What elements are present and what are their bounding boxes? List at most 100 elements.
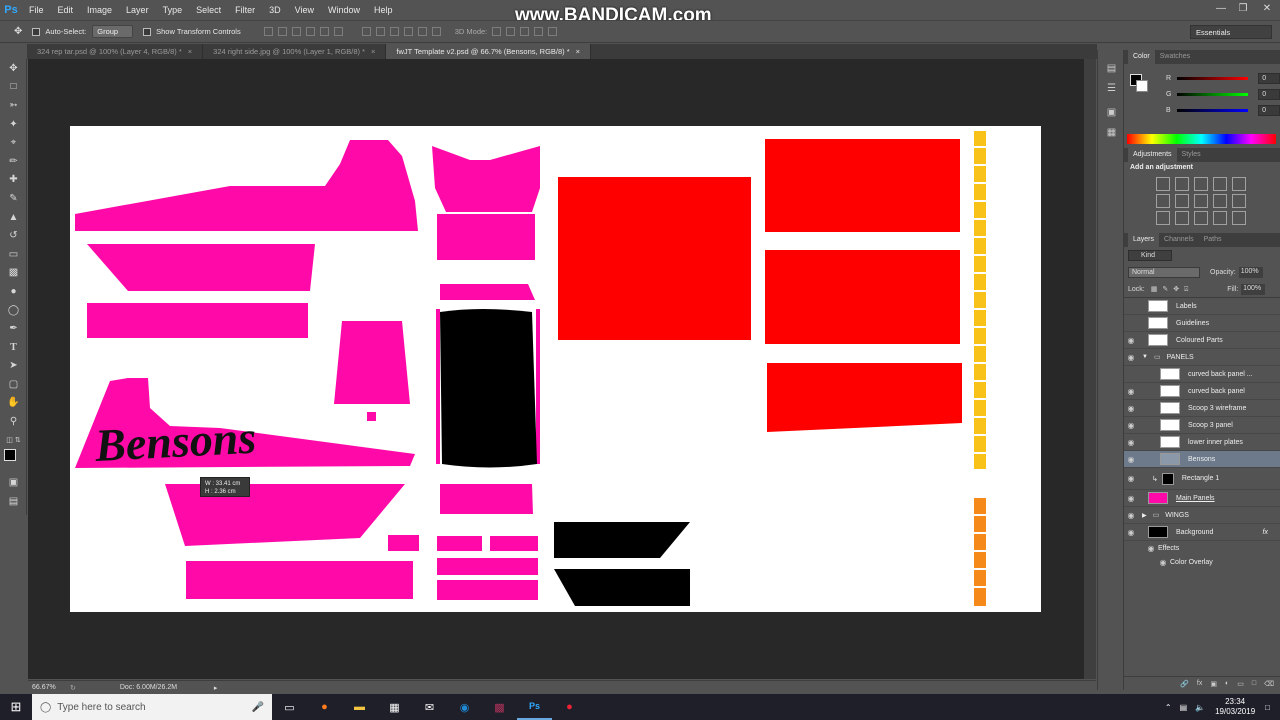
notifications-icon[interactable]: □ xyxy=(1265,703,1270,712)
distribute-vcenter-icon[interactable] xyxy=(375,27,385,36)
new-group-icon[interactable]: ▭ xyxy=(1237,680,1244,688)
color-balance-icon[interactable] xyxy=(1175,194,1189,208)
trash-icon[interactable]: ⌫ xyxy=(1264,680,1274,688)
store-icon[interactable]: ▦ xyxy=(377,694,412,720)
menu-edit[interactable]: Edit xyxy=(51,0,81,20)
rectangle-tool-icon[interactable]: ▢ xyxy=(0,375,27,394)
layer-row[interactable]: ◉ curved back panel xyxy=(1124,383,1280,400)
menu-help[interactable]: Help xyxy=(367,0,400,20)
layer-row[interactable]: ◉ lower inner plates xyxy=(1124,434,1280,451)
properties-icon[interactable]: ☰ xyxy=(1098,78,1125,98)
blue-channel[interactable]: B0 xyxy=(1124,102,1280,118)
menu-view[interactable]: View xyxy=(288,0,321,20)
align-right-icon[interactable] xyxy=(333,27,343,36)
fx-icon[interactable]: fx xyxy=(1263,529,1268,536)
layer-group-row[interactable]: ◉ ▶ ▭ WINGS xyxy=(1124,507,1280,524)
3d-roll-icon[interactable] xyxy=(506,27,516,36)
menu-window[interactable]: Window xyxy=(321,0,367,20)
file-explorer-icon[interactable]: ▬ xyxy=(342,694,377,720)
healing-brush-tool-icon[interactable]: ✚ xyxy=(0,171,27,190)
blend-mode-dropdown[interactable]: Normal xyxy=(1128,267,1200,278)
network-icon[interactable]: ▤ xyxy=(1180,703,1188,712)
eye-icon[interactable]: ◉ xyxy=(1124,404,1138,413)
status-arrow-icon[interactable]: ↻ xyxy=(70,684,76,692)
tab-adjustments[interactable]: Adjustments xyxy=(1128,148,1177,162)
opacity-value[interactable]: 100% xyxy=(1238,267,1263,278)
curves-icon[interactable] xyxy=(1194,177,1208,191)
effect-row[interactable]: ◉ Color Overlay xyxy=(1124,555,1280,569)
3d-pan-icon[interactable] xyxy=(520,27,530,36)
vertical-scrollbar[interactable] xyxy=(1084,59,1096,679)
layer-row[interactable]: ◉ Scoop 3 panel xyxy=(1124,417,1280,434)
layer-row[interactable]: curved back panel ... xyxy=(1124,366,1280,383)
link-icon[interactable]: 🔗 xyxy=(1180,680,1189,688)
layer-row[interactable]: ◉ Scoop 3 wireframe xyxy=(1124,400,1280,417)
auto-select-dropdown[interactable]: Group xyxy=(92,25,134,38)
eye-icon[interactable]: ◉ xyxy=(1124,387,1138,396)
eye-icon[interactable]: ◉ xyxy=(1144,544,1158,553)
eye-icon[interactable]: ◉ xyxy=(1124,421,1138,430)
brightness-icon[interactable] xyxy=(1156,177,1170,191)
history-icon[interactable]: ▤ xyxy=(1098,58,1125,78)
eye-icon[interactable]: ◉ xyxy=(1124,474,1138,483)
windows-start-icon[interactable]: ⊞ xyxy=(0,694,32,720)
menu-3d[interactable]: 3D xyxy=(262,0,288,20)
photo-filter-icon[interactable] xyxy=(1213,194,1227,208)
distribute-top-icon[interactable] xyxy=(361,27,371,36)
zoom-level[interactable]: 66.67% xyxy=(32,684,66,691)
menu-select[interactable]: Select xyxy=(189,0,228,20)
canvas[interactable]: Bensons xyxy=(70,126,1041,612)
microphone-icon[interactable]: 🎤 xyxy=(252,702,264,713)
eye-icon[interactable]: ◉ xyxy=(1124,336,1138,345)
b-value[interactable]: 0 xyxy=(1258,104,1280,116)
layer-row-selected[interactable]: ◉ Bensons xyxy=(1124,451,1280,468)
channel-mixer-icon[interactable] xyxy=(1232,194,1246,208)
menu-type[interactable]: Type xyxy=(156,0,190,20)
tab-fwjt-template[interactable]: fwJT Template v2.psd @ 66.7% (Bensons, R… xyxy=(386,44,592,59)
eye-icon[interactable]: ◉ xyxy=(1124,528,1138,537)
tab-324-right-side[interactable]: 324 right side.jpg @ 100% (Layer 1, RGB/… xyxy=(203,44,387,59)
chevron-up-icon[interactable]: ⌃ xyxy=(1165,703,1172,712)
3d-scale-icon[interactable] xyxy=(548,27,558,36)
volume-icon[interactable]: 🔈 xyxy=(1195,703,1205,712)
r-value[interactable]: 0 xyxy=(1258,72,1280,84)
brush-tool-icon[interactable]: ✎ xyxy=(0,189,27,208)
eraser-tool-icon[interactable]: ▭ xyxy=(0,245,27,264)
mask-icon[interactable]: ▣ xyxy=(1210,680,1217,688)
distribute-bottom-icon[interactable] xyxy=(389,27,399,36)
bensons-logo-text[interactable]: Bensons xyxy=(93,412,258,471)
color-spectrum[interactable] xyxy=(1127,134,1276,144)
tab-layers[interactable]: Layers xyxy=(1128,233,1160,247)
effects-row[interactable]: ◉ Effects xyxy=(1124,541,1280,555)
exposure-icon[interactable] xyxy=(1213,177,1227,191)
levels-icon[interactable] xyxy=(1175,177,1189,191)
align-hcenter-icon[interactable] xyxy=(319,27,329,36)
actions-icon[interactable]: ▦ xyxy=(1098,122,1125,142)
adjustment-layer-icon[interactable]: ◐ xyxy=(1225,680,1229,687)
lasso-tool-icon[interactable]: ➳ xyxy=(0,96,27,115)
kind-filter-dropdown[interactable]: Kind xyxy=(1128,250,1172,261)
menu-filter[interactable]: Filter xyxy=(228,0,262,20)
marquee-tool-icon[interactable]: □ xyxy=(0,78,27,97)
clone-stamp-tool-icon[interactable]: ▲ xyxy=(0,208,27,227)
crop-tool-icon[interactable]: ⌖ xyxy=(0,133,27,152)
zoom-tool-icon[interactable]: ⚲ xyxy=(0,412,27,431)
foreground-color-swatch[interactable] xyxy=(4,449,16,462)
distribute-left-icon[interactable] xyxy=(403,27,413,36)
menu-file[interactable]: File xyxy=(22,0,51,20)
layer-row[interactable]: Labels xyxy=(1124,298,1280,315)
align-left-icon[interactable] xyxy=(305,27,315,36)
3d-slide-icon[interactable] xyxy=(534,27,544,36)
restore-icon[interactable]: ❐ xyxy=(1230,0,1256,20)
close-icon[interactable]: × xyxy=(188,47,192,56)
distribute-right-icon[interactable] xyxy=(431,27,441,36)
black-white-icon[interactable] xyxy=(1194,194,1208,208)
new-layer-icon[interactable]: □ xyxy=(1252,680,1256,687)
layer-row[interactable]: ◉ Coloured Parts xyxy=(1124,332,1280,349)
firefox-icon[interactable]: ● xyxy=(307,694,342,720)
align-bottom-icon[interactable] xyxy=(291,27,301,36)
eye-icon[interactable]: ◉ xyxy=(1124,511,1138,520)
screen-mode-icon[interactable]: ▤ xyxy=(0,492,27,511)
tab-color[interactable]: Color xyxy=(1128,50,1155,64)
chevron-down-icon[interactable]: ▼ xyxy=(1142,354,1148,360)
